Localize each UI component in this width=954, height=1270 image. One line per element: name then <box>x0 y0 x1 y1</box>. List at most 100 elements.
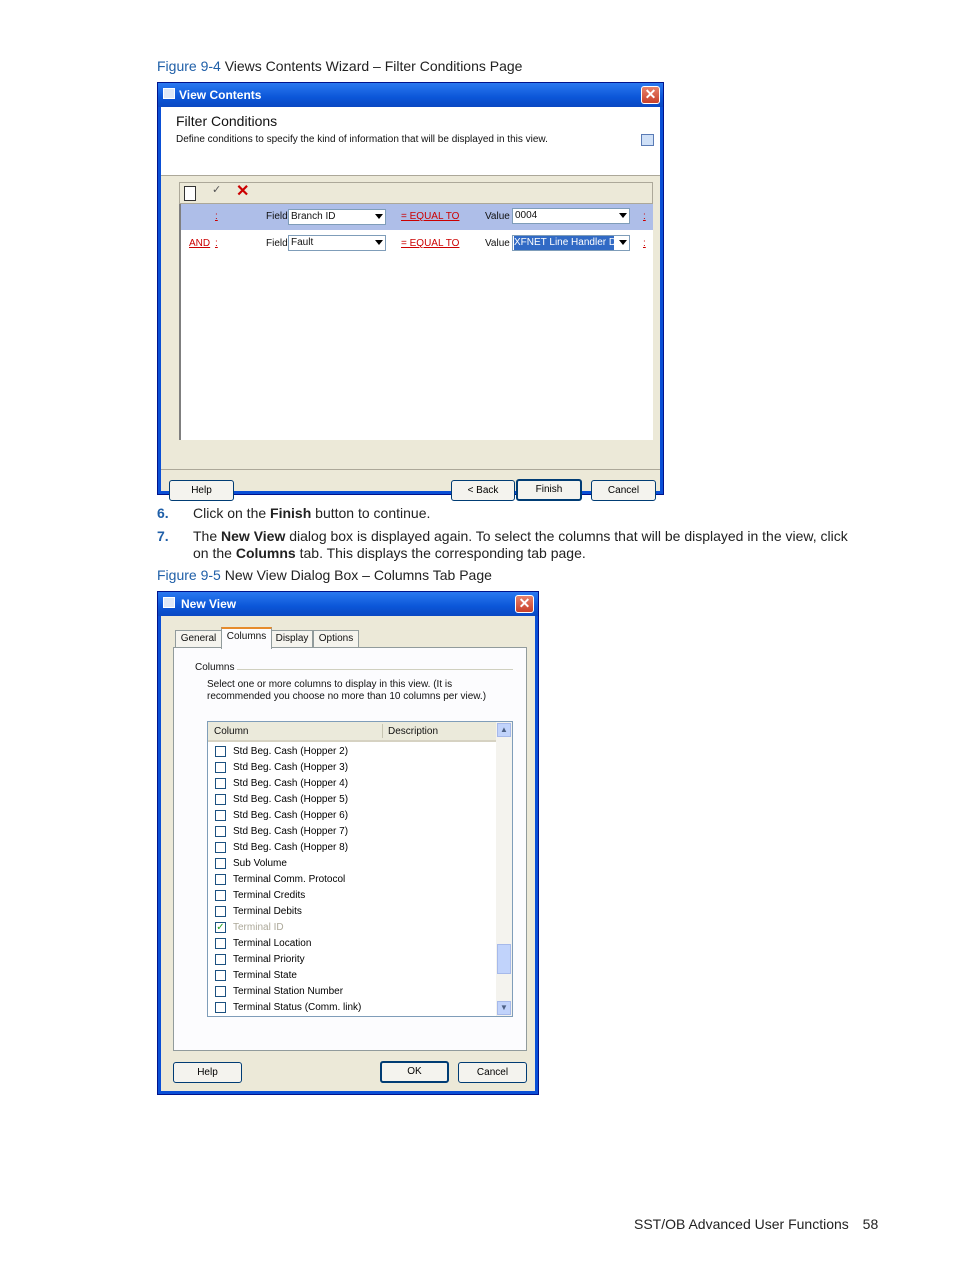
figure-caption-text: Views Contents Wizard – Filter Condition… <box>224 58 523 74</box>
checkbox-icon[interactable] <box>215 874 226 885</box>
group-line <box>234 669 513 670</box>
check-icon[interactable]: ✓ <box>212 183 221 196</box>
row-toggle[interactable]: : <box>215 238 218 249</box>
list-item[interactable]: Terminal Location <box>208 936 494 952</box>
list-item-label: Terminal Credits <box>233 890 306 901</box>
list-item[interactable]: Terminal Credits <box>208 888 494 904</box>
tab-display[interactable]: Display <box>271 630 313 647</box>
tab-options[interactable]: Options <box>313 630 359 647</box>
help-button[interactable]: Help <box>169 480 234 501</box>
checkbox-icon[interactable] <box>215 842 226 853</box>
column-header[interactable]: Column <box>214 726 248 737</box>
description-header[interactable]: Description <box>388 726 438 737</box>
conjunction-link[interactable]: AND <box>189 238 210 249</box>
list-item[interactable]: Terminal Debits <box>208 904 494 920</box>
field-label: Field <box>266 238 288 249</box>
row-toggle[interactable]: : <box>215 211 218 222</box>
figure-9-5-caption: Figure 9-5 New View Dialog Box – Columns… <box>157 567 492 583</box>
checkbox-icon[interactable] <box>215 954 226 965</box>
checkbox-icon[interactable] <box>215 810 226 821</box>
close-icon[interactable]: ✕ <box>515 595 534 613</box>
cancel-button[interactable]: Cancel <box>591 480 656 501</box>
operator-link[interactable]: = EQUAL TO <box>401 238 459 249</box>
title-bar: View Contents ✕ <box>158 83 663 107</box>
columns-list[interactable]: Column Description Std Beg. Cash (Hopper… <box>207 721 513 1017</box>
value-select[interactable]: 0004 <box>512 208 630 224</box>
field-select[interactable]: Branch ID <box>288 209 386 225</box>
list-item[interactable]: Terminal Priority <box>208 952 494 968</box>
finish-button[interactable]: Finish <box>516 479 582 501</box>
cancel-button[interactable]: Cancel <box>458 1062 527 1083</box>
operator-link[interactable]: = EQUAL TO <box>401 211 459 222</box>
list-item-label: Terminal Station Number <box>233 986 344 997</box>
filter-list: : Field Branch ID = EQUAL TO Value 0004 … <box>179 204 653 440</box>
chevron-down-icon[interactable]: ▼ <box>497 1001 511 1015</box>
new-icon[interactable] <box>184 186 196 201</box>
value-select[interactable]: XFNET Line Handler Di <box>512 235 630 251</box>
list-item[interactable]: Terminal Status (Comm. link) <box>208 1000 494 1016</box>
delete-icon[interactable]: ✕ <box>236 181 249 201</box>
checkbox-icon[interactable] <box>215 858 226 869</box>
checkbox-checked-icon[interactable]: ✓ <box>215 922 226 933</box>
tab-label: General <box>180 633 217 644</box>
checkbox-icon[interactable] <box>215 746 226 757</box>
value-text: 0004 <box>515 210 538 221</box>
step-bold: Columns <box>235 545 296 561</box>
checkbox-icon[interactable] <box>215 970 226 981</box>
list-item-label: Std Beg. Cash (Hopper 3) <box>233 762 349 773</box>
ok-button[interactable]: OK <box>380 1061 449 1083</box>
checkbox-icon[interactable] <box>215 906 226 917</box>
tab-general[interactable]: General <box>175 630 222 647</box>
checkbox-icon[interactable] <box>215 826 226 837</box>
list-item-label: Sub Volume <box>233 858 287 869</box>
step-number: 6. <box>157 505 169 521</box>
checkbox-icon[interactable] <box>215 794 226 805</box>
value-text: XFNET Line Handler Di <box>514 236 614 250</box>
checkbox-icon[interactable] <box>215 986 226 997</box>
checkbox-icon[interactable] <box>215 890 226 901</box>
checkbox-icon[interactable] <box>215 938 226 949</box>
list-item[interactable]: Terminal State <box>208 968 494 984</box>
list-item[interactable]: Std Beg. Cash (Hopper 6) <box>208 808 494 824</box>
close-icon[interactable]: ✕ <box>641 86 660 104</box>
wizard-header: Filter Conditions Define conditions to s… <box>161 107 660 176</box>
scrollbar[interactable]: ▲ ▼ <box>496 722 512 1016</box>
help-icon[interactable] <box>641 134 654 146</box>
list-item-label: Std Beg. Cash (Hopper 8) <box>233 842 349 853</box>
checkbox-icon[interactable] <box>215 778 226 789</box>
list-item[interactable]: Std Beg. Cash (Hopper 4) <box>208 776 494 792</box>
tab-label: Columns <box>226 631 267 642</box>
list-item[interactable]: Std Beg. Cash (Hopper 5) <box>208 792 494 808</box>
row-menu[interactable]: : <box>643 238 646 249</box>
field-select[interactable]: Fault <box>288 235 386 251</box>
scroll-thumb[interactable] <box>497 944 511 974</box>
list-item[interactable]: ✓ Terminal ID <box>208 920 494 936</box>
tab-columns[interactable]: Columns <box>221 627 272 649</box>
list-item-label: Std Beg. Cash (Hopper 7) <box>233 826 349 837</box>
list-item[interactable]: Terminal Station Number <box>208 984 494 1000</box>
title-bar: New View ✕ <box>158 592 538 616</box>
filter-row[interactable]: : Field Branch ID = EQUAL TO Value 0004 … <box>181 204 653 230</box>
checkbox-icon[interactable] <box>215 762 226 773</box>
list-item[interactable]: Std Beg. Cash (Hopper 7) <box>208 824 494 840</box>
window-icon <box>163 597 175 608</box>
list-item[interactable]: Sub Volume <box>208 856 494 872</box>
value-label: Value <box>485 238 510 249</box>
figure-caption-text: New View Dialog Box – Columns Tab Page <box>224 567 492 583</box>
row-menu[interactable]: : <box>643 211 646 222</box>
list-item[interactable]: Std Beg. Cash (Hopper 8) <box>208 840 494 856</box>
step-bold: New View <box>221 528 286 544</box>
list-item[interactable]: Terminal Comm. Protocol <box>208 872 494 888</box>
filter-toolbar: ✓ ✕ <box>179 182 653 204</box>
list-item[interactable]: Std Beg. Cash (Hopper 3) <box>208 760 494 776</box>
page-number: 58 <box>862 1216 879 1232</box>
checkbox-icon[interactable] <box>215 1002 226 1013</box>
help-button[interactable]: Help <box>173 1062 242 1083</box>
step-text: The New View dialog box is displayed aga… <box>193 528 853 562</box>
chevron-up-icon[interactable]: ▲ <box>497 723 511 737</box>
filter-row[interactable]: AND : Field Fault = EQUAL TO Value XFNET… <box>181 230 653 256</box>
chevron-down-icon <box>619 213 627 218</box>
back-button[interactable]: < Back <box>451 480 515 501</box>
ok-label: OK <box>407 1066 422 1077</box>
list-item[interactable]: Std Beg. Cash (Hopper 2) <box>208 744 494 760</box>
